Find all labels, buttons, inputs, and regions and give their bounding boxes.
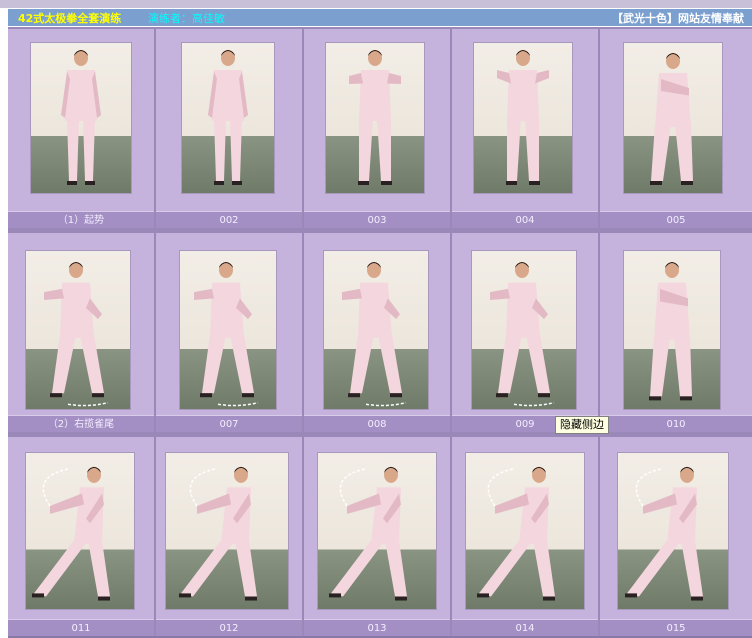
- frame-cell[interactable]: 004: [452, 29, 598, 228]
- pose-photo[interactable]: [26, 251, 130, 409]
- frame-cell[interactable]: 015: [600, 437, 752, 636]
- page: 42式太极拳全套演练 演练者：高佳敏 【武光十色】网站友情奉献 （1）起势 002…: [0, 0, 752, 638]
- pose-photo[interactable]: [31, 43, 131, 193]
- frame-cell[interactable]: 002: [156, 29, 302, 228]
- performer-figure: [649, 261, 692, 401]
- performer-figure: [625, 466, 703, 601]
- frame-caption: 004: [452, 211, 598, 228]
- frame-caption: 013: [304, 619, 450, 636]
- frame-cell[interactable]: 008: [304, 233, 450, 432]
- pose-photo[interactable]: [618, 453, 728, 609]
- frame-caption: 014: [452, 619, 598, 636]
- frame-caption: 008: [304, 415, 450, 432]
- frame-caption: 007: [156, 415, 302, 432]
- performer-label: 演练者：高佳敏: [148, 12, 225, 25]
- frame-cell[interactable]: （1）起势: [8, 29, 154, 228]
- pose-photo[interactable]: [318, 453, 436, 609]
- frame-cell[interactable]: 007: [156, 233, 302, 432]
- performer-figure: [61, 50, 101, 185]
- performer-figure: [477, 466, 555, 601]
- pose-photo[interactable]: [624, 43, 722, 193]
- pose-photo[interactable]: [472, 251, 576, 409]
- header-bar: 42式太极拳全套演练 演练者：高佳敏 【武光十色】网站友情奉献: [8, 8, 752, 26]
- frame-caption: 003: [304, 211, 450, 228]
- frame-cell[interactable]: （2）右揽雀尾: [8, 233, 154, 432]
- performer-figure: [179, 466, 257, 601]
- performer-figure: [342, 261, 407, 407]
- frame-cell[interactable]: 012: [156, 437, 302, 636]
- performer-figure: [32, 466, 110, 601]
- performer-figure: [329, 466, 407, 601]
- frame-cell[interactable]: 013: [304, 437, 450, 636]
- frame-cell[interactable]: 011: [8, 437, 154, 636]
- frame-cell[interactable]: 014: [452, 437, 598, 636]
- performer-figure: [490, 261, 555, 407]
- performer-figure: [349, 50, 401, 185]
- frame-caption: 005: [600, 211, 752, 228]
- frame-caption: 015: [600, 619, 752, 636]
- frame-cell[interactable]: 003: [304, 29, 450, 228]
- photo-grid: （1）起势 002 003 004 005 （2）右揽雀尾 007 008 009 010 011 0…: [8, 27, 752, 638]
- frame-caption: 012: [156, 619, 302, 636]
- frame-caption: 010: [600, 415, 752, 432]
- frame-cell[interactable]: 010: [600, 233, 752, 432]
- pose-photo[interactable]: [166, 453, 288, 609]
- performer-figure: [650, 53, 693, 185]
- hide-sidebar-tooltip[interactable]: 隐藏侧边: [555, 416, 609, 434]
- frame-caption: （2）右揽雀尾: [8, 415, 154, 432]
- frame-caption: 011: [8, 619, 154, 636]
- page-title: 42式太极拳全套演练: [18, 12, 122, 25]
- top-strip: [0, 0, 752, 8]
- frame-caption: （1）起势: [8, 211, 154, 228]
- performer-figure: [194, 261, 259, 407]
- frame-cell[interactable]: 005: [600, 29, 752, 228]
- pose-photo[interactable]: [180, 251, 276, 409]
- pose-photo[interactable]: [624, 251, 720, 409]
- frame-cell[interactable]: 009: [452, 233, 598, 432]
- pose-photo[interactable]: [326, 43, 424, 193]
- pose-photo[interactable]: [26, 453, 134, 609]
- pose-photo[interactable]: [324, 251, 428, 409]
- pose-photo[interactable]: [474, 43, 572, 193]
- credit-label: 【武光十色】网站友情奉献: [612, 12, 744, 25]
- performer-figure: [44, 261, 109, 407]
- performer-figure: [208, 50, 248, 185]
- performer-figure: [497, 50, 549, 185]
- pose-photo[interactable]: [466, 453, 584, 609]
- pose-photo[interactable]: [182, 43, 274, 193]
- frame-caption: 002: [156, 211, 302, 228]
